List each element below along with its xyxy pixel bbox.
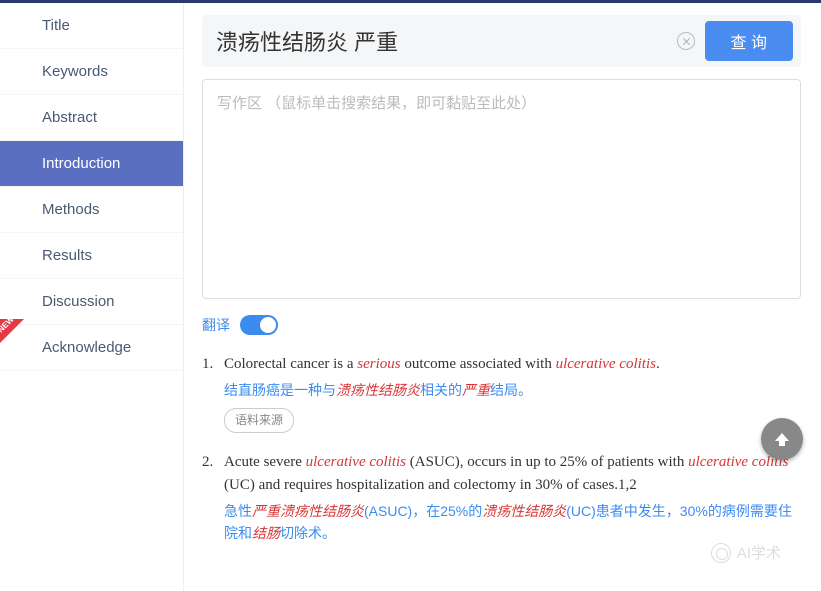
translate-row: 翻译 [202,315,801,335]
search-button[interactable]: 查 询 [705,21,793,61]
result-chinese: 急性严重溃疡性结肠炎(ASUC)，在25%的溃疡性结肠炎(UC)患者中发生，30… [224,501,801,544]
nav-acknowledge-label: Acknowledge [42,339,131,356]
main-layout: Title Keywords Abstract Introduction Met… [0,3,821,591]
arrow-up-icon [771,428,793,450]
nav-acknowledge[interactable]: NEW Acknowledge [0,325,183,371]
search-result[interactable]: 2. Acute severe ulcerative colitis (ASUC… [202,451,801,545]
translate-label: 翻译 [202,315,230,335]
search-result[interactable]: 1. Colorectal cancer is a serious outcom… [202,353,801,433]
nav-discussion[interactable]: Discussion [0,279,183,325]
nav-keywords[interactable]: Keywords [0,49,183,95]
sidebar: Title Keywords Abstract Introduction Met… [0,3,184,591]
result-chinese: 结直肠癌是一种与溃疡性结肠炎相关的严重结局。 [224,380,801,402]
result-number: 1. [202,353,224,433]
result-english: Colorectal cancer is a serious outcome a… [224,353,801,376]
search-bar: 查 询 [202,15,801,67]
result-english: Acute severe ulcerative colitis (ASUC), … [224,451,801,498]
result-body: Colorectal cancer is a serious outcome a… [224,353,801,433]
result-body: Acute severe ulcerative colitis (ASUC), … [224,451,801,545]
main-panel: 查 询 写作区 （鼠标单击搜索结果，即可黏贴至此处） 翻译 1. Colorec… [184,3,821,591]
nav-abstract[interactable]: Abstract [0,95,183,141]
nav-introduction[interactable]: Introduction [0,141,183,187]
clear-icon[interactable] [677,32,695,50]
nav-results[interactable]: Results [0,233,183,279]
new-badge-icon: NEW [0,319,36,361]
search-input[interactable] [210,24,667,58]
translate-toggle[interactable] [240,315,278,335]
source-tag[interactable]: 语料来源 [224,408,294,433]
scroll-top-button[interactable] [761,418,803,460]
nav-title[interactable]: Title [0,3,183,49]
result-number: 2. [202,451,224,545]
writing-area[interactable]: 写作区 （鼠标单击搜索结果，即可黏贴至此处） [202,79,801,299]
nav-methods[interactable]: Methods [0,187,183,233]
